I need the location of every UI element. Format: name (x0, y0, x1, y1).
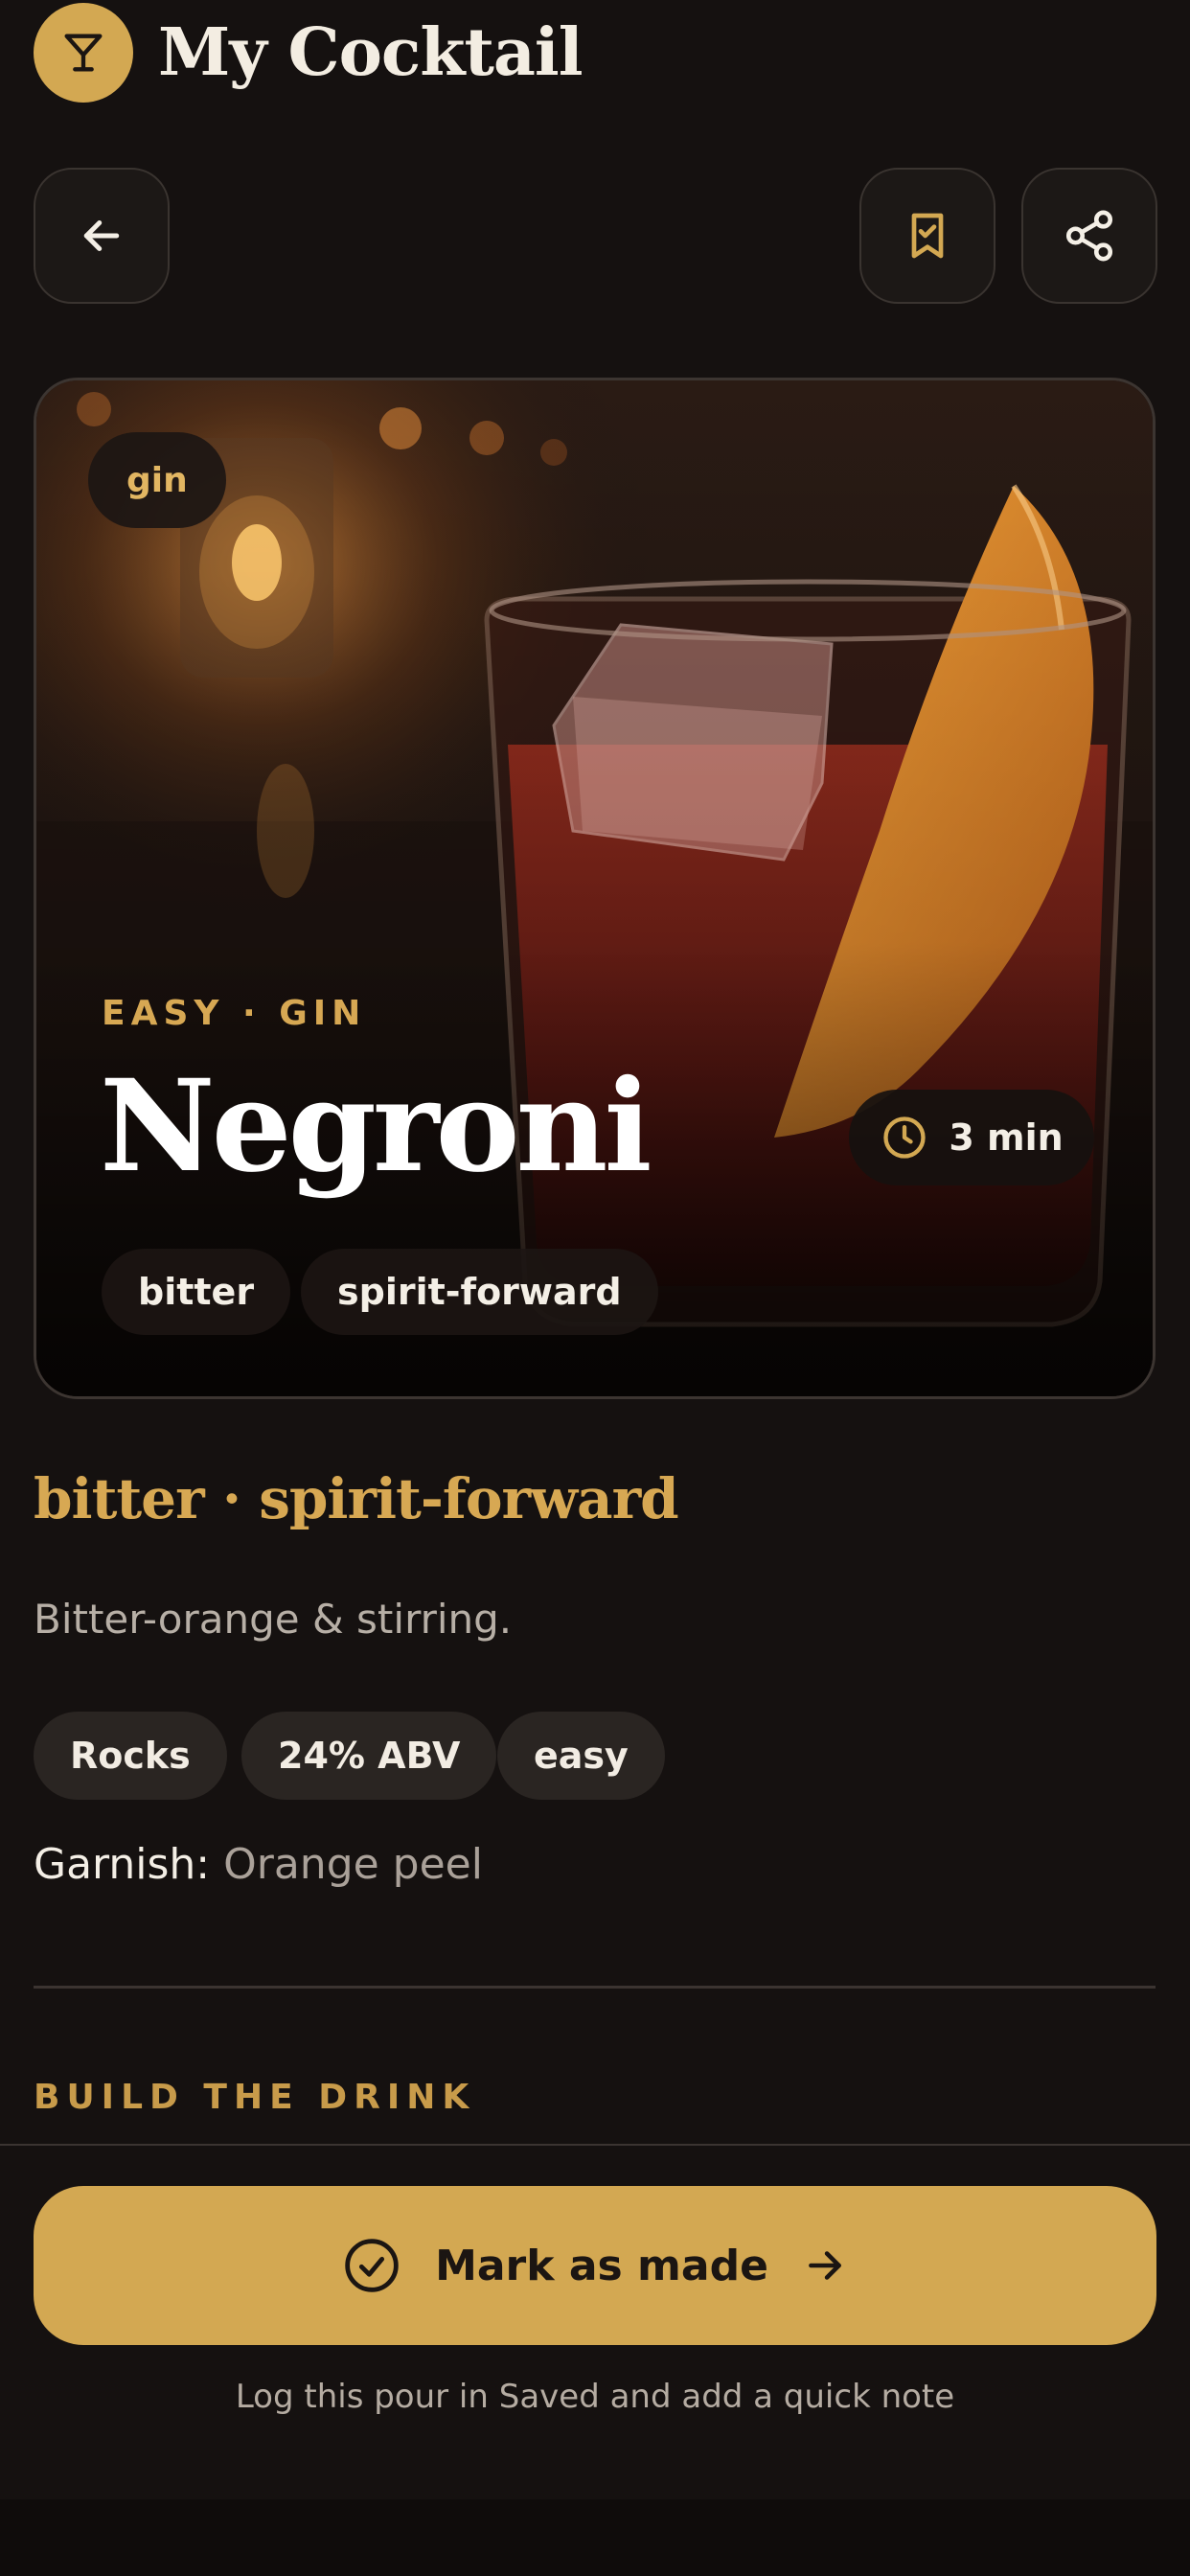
logo-badge (34, 3, 133, 103)
garnish-label: Garnish: (34, 1840, 211, 1889)
divider (34, 1986, 1156, 1989)
cta-label: Mark as made (435, 2241, 768, 2290)
back-button[interactable] (34, 168, 170, 304)
check-circle-icon (345, 2239, 399, 2292)
time-label: 3 min (949, 1116, 1064, 1159)
hero-card: gin EASY · GIN Negroni 3 min bitter spir… (34, 378, 1156, 1399)
arrow-left-icon (83, 220, 120, 251)
description: Bitter-orange & stirring. (34, 1596, 513, 1643)
flavor-line: bitter · spirit-forward (34, 1466, 679, 1531)
abv-pill: 24% ABV (241, 1712, 497, 1800)
garnish-value: Orange peel (223, 1840, 483, 1889)
time-chip: 3 min (849, 1090, 1094, 1185)
hero-tag-spirit-forward: spirit-forward (301, 1249, 658, 1335)
garnish-line: Garnish: Orange peel (34, 1840, 483, 1889)
cta-lead-icon (341, 2235, 402, 2296)
drink-name: Negroni (100, 1052, 652, 1201)
hero-overline: EASY · GIN (102, 994, 367, 1033)
cocktail-photo (36, 380, 1153, 1396)
cta-trail-icon (801, 2242, 849, 2289)
save-button[interactable] (859, 168, 995, 304)
app-header: My Cocktail (34, 0, 584, 105)
glass-pill: Rocks (34, 1712, 227, 1800)
cta-hint: Log this pour in Saved and add a quick n… (235, 2378, 955, 2416)
app-title: My Cocktail (158, 14, 584, 91)
arrow-right-icon (809, 2251, 841, 2280)
difficulty-pill: easy (497, 1712, 665, 1800)
footer-bar: Mark as made Log this pour in Saved and … (0, 2146, 1190, 2499)
mark-as-made-button[interactable]: Mark as made (34, 2186, 1156, 2345)
share-icon (1065, 210, 1113, 262)
section-title: BUILD THE DRINK (34, 2078, 476, 2117)
share-button[interactable] (1021, 168, 1157, 304)
spirit-chip: gin (88, 432, 226, 528)
cocktail-glass-icon (64, 34, 103, 72)
bookmark-check-icon (911, 213, 944, 259)
hero-tag-bitter: bitter (102, 1249, 291, 1335)
home-indicator-area (0, 2499, 1190, 2576)
clock-icon (883, 1116, 926, 1159)
